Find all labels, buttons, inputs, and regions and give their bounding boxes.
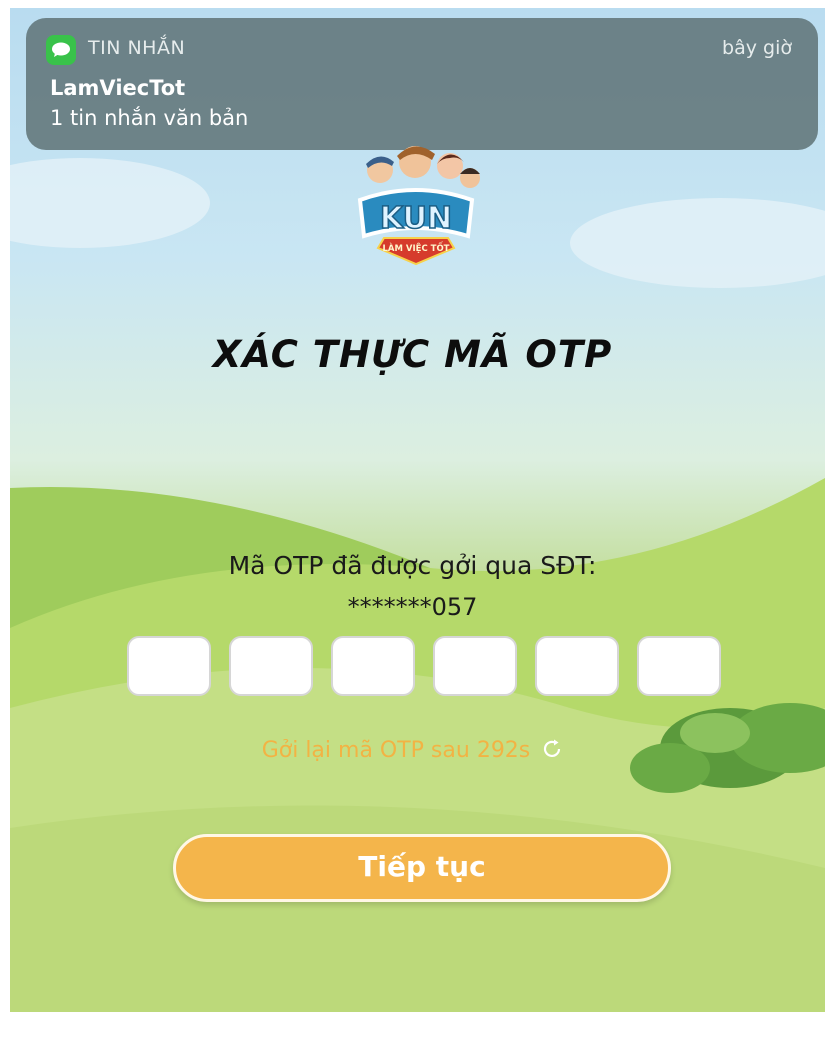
otp-digit-input[interactable] xyxy=(127,636,211,696)
continue-button[interactable]: Tiếp tục xyxy=(173,834,671,902)
otp-sent-message: Mã OTP đã được gởi qua SĐT: xyxy=(228,551,597,580)
notification-time: bây giờ xyxy=(722,37,792,59)
messages-icon xyxy=(46,35,76,65)
page-title: XÁC THỰC MÃ OTP xyxy=(212,333,613,376)
refresh-icon[interactable] xyxy=(541,738,563,766)
notification-app-name: TIN NHẮN xyxy=(88,37,186,59)
otp-digit-input[interactable] xyxy=(433,636,517,696)
resend-otp-countdown[interactable]: Gởi lại mã OTP sau 292s xyxy=(0,738,825,766)
kun-lam-viec-tot-logo: KUN LÀM VIỆC TỐT xyxy=(357,146,480,266)
otp-digit-input[interactable] xyxy=(331,636,415,696)
otp-digit-input[interactable] xyxy=(535,636,619,696)
otp-digit-input[interactable] xyxy=(229,636,313,696)
otp-digit-input[interactable] xyxy=(637,636,721,696)
svg-text:KUN: KUN xyxy=(380,201,452,236)
sms-notification-banner[interactable]: TIN NHẮN bây giờ LamViecTot 1 tin nhắn v… xyxy=(26,18,818,150)
resend-otp-text: Gởi lại mã OTP sau 292s xyxy=(261,738,531,763)
masked-phone-number: *******057 xyxy=(347,593,478,621)
notification-sender: LamViecTot xyxy=(50,76,186,100)
notification-message: 1 tin nhắn văn bản xyxy=(50,106,249,130)
